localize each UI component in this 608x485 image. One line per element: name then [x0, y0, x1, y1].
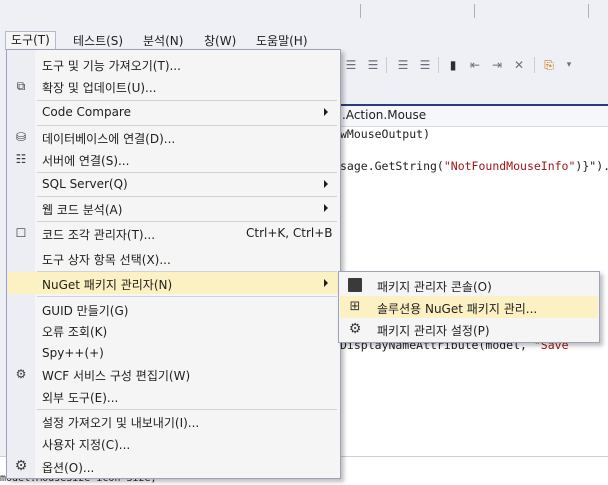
code-string: "NotFoundMouseInfo"	[443, 159, 576, 173]
submenu-item-label: 솔루션용 NuGet 패키지 관리...	[377, 302, 538, 316]
menu-item-extensions[interactable]: ⧉ 확장 및 업데이트(U)...	[8, 75, 339, 97]
menu-window[interactable]: 창(W)	[199, 32, 241, 50]
menu-item-snippets-manager[interactable]: ☐ 코드 조각 관리자(T)... Ctrl+K, Ctrl+B	[8, 222, 339, 244]
nav-bar-text: .Action.Mouse	[342, 108, 427, 122]
menu-item-nuget-package-manager[interactable]: NuGet 패키지 관리자(N)	[8, 272, 339, 294]
menu-bar: 도구(T) 테스트(S) 분석(N) 창(W) 도움말(H)	[0, 31, 608, 50]
server-connect-icon: ☷	[15, 152, 27, 166]
menu-item-label: NuGet 패키지 관리자(N)	[42, 278, 173, 292]
menu-item-get-tools[interactable]: 도구 및 기능 가져오기(T)...	[8, 53, 339, 75]
submenu-item-package-manager-settings[interactable]: ⚙ 패키지 관리자 설정(P)	[340, 318, 598, 340]
code-line[interactable]: wMouseOutput)	[340, 127, 430, 141]
menu-item-label: 서버에 연결(S)...	[42, 154, 130, 168]
editor-tab-bar	[340, 80, 608, 104]
menu-item-connect-server[interactable]: ☷ 서버에 연결(S)...	[8, 148, 339, 170]
menu-separator	[37, 296, 337, 297]
gear-icon: ⚙	[14, 458, 28, 474]
menu-item-code-compare[interactable]: Code Compare	[8, 101, 339, 123]
menu-item-label: 설정 가져오기 및 내보내기(I)...	[42, 416, 200, 430]
menu-item-label: 옵션(O)...	[42, 461, 95, 475]
code-text: sage.GetString(	[340, 159, 444, 173]
clear-bookmarks-icon[interactable]: ✕	[512, 58, 526, 72]
menu-item-label: 코드 조각 관리자(T)...	[42, 228, 156, 242]
menu-analyze[interactable]: 분석(N)	[138, 32, 188, 50]
menu-item-error-lookup[interactable]: 오류 조회(K)	[8, 319, 339, 341]
nuget-submenu: C:\ 패키지 관리자 콘솔(O) ⊞ 솔루션용 NuGet 패키지 관리...…	[338, 271, 600, 343]
menu-item-web-code-analysis[interactable]: 웹 코드 분석(A)	[8, 197, 339, 219]
menu-item-label: 웹 코드 분석(A)	[42, 203, 123, 217]
submenu-arrow-icon	[324, 180, 328, 188]
menu-item-customize[interactable]: 사용자 지정(C)...	[8, 432, 339, 454]
menu-item-wcf-config-editor[interactable]: ⚙ WCF 서비스 구성 편집기(W)	[8, 363, 339, 385]
indent-icon[interactable]: ☰	[344, 58, 358, 72]
package-icon: ⊞	[349, 299, 361, 314]
attach-icon[interactable]: ⎘	[542, 58, 556, 72]
code-line[interactable]: sage.GetString("NotFoundMouseInfo")}").	[340, 159, 608, 173]
prev-bookmark-icon[interactable]: ⇤	[468, 58, 482, 72]
tools-dropdown-menu: 도구 및 기능 가져오기(T)... ⧉ 확장 및 업데이트(U)... Cod…	[6, 49, 341, 479]
navigation-bar[interactable]: .Action.Mouse	[340, 106, 608, 127]
menu-item-label: 데이터베이스에 연결(D)...	[42, 132, 176, 146]
menu-item-label: 오류 조회(K)	[42, 325, 108, 339]
menu-item-spy-plus-plus[interactable]: Spy++(+)	[8, 342, 339, 364]
menu-help[interactable]: 도움말(H)	[251, 32, 313, 50]
menu-item-label: WCF 서비스 구성 편집기(W)	[42, 369, 191, 383]
snippet-icon: ☐	[15, 226, 27, 240]
menu-item-label: 도구 및 기능 가져오기(T)...	[42, 59, 181, 73]
menu-item-sql-server[interactable]: SQL Server(Q)	[8, 173, 339, 195]
menu-item-options[interactable]: ⚙ 옵션(O)...	[8, 455, 339, 477]
toolbar-separator	[438, 57, 439, 73]
gear-icon: ⚙	[348, 321, 362, 337]
wcf-config-icon: ⚙	[15, 367, 27, 381]
uncomment-icon[interactable]: ☰	[418, 58, 432, 72]
title-divider	[360, 4, 361, 18]
menu-item-label: GUID 만들기(G)	[42, 304, 129, 318]
toolbar: ☰ ☰ ☰ ☰ ▮ ⇤ ⇥ ✕ ⎘ ▾	[340, 50, 608, 81]
title-divider	[588, 4, 589, 18]
submenu-arrow-icon	[324, 204, 328, 212]
submenu-item-package-manager-console[interactable]: C:\ 패키지 관리자 콘솔(O)	[340, 274, 598, 296]
toolbar-separator	[534, 57, 535, 73]
bookmark-icon[interactable]: ▮	[446, 58, 460, 72]
menu-item-label: 사용자 지정(C)...	[42, 438, 131, 452]
menu-item-create-guid[interactable]: GUID 만들기(G)	[8, 298, 339, 320]
menu-item-external-tools[interactable]: 외부 도구(E)...	[8, 385, 339, 407]
comment-icon[interactable]: ☰	[396, 58, 410, 72]
menu-test[interactable]: 테스트(S)	[68, 32, 128, 50]
database-connect-icon: ⛁	[15, 130, 27, 144]
menu-item-label: 도구 상자 항목 선택(X)...	[42, 253, 171, 267]
submenu-item-label: 패키지 관리자 콘솔(O)	[377, 280, 492, 294]
submenu-item-label: 패키지 관리자 설정(P)	[377, 324, 490, 338]
outdent-icon[interactable]: ☰	[366, 58, 380, 72]
code-text: wMouseOutput)	[340, 127, 431, 141]
next-bookmark-icon[interactable]: ⇥	[490, 58, 504, 72]
extensions-icon: ⧉	[16, 79, 26, 93]
submenu-item-manage-nuget-for-solution[interactable]: ⊞ 솔루션용 NuGet 패키지 관리...	[340, 296, 598, 318]
title-divider	[474, 4, 475, 18]
menu-item-label: 외부 도구(E)...	[42, 391, 119, 405]
menu-item-choose-toolbox-items[interactable]: 도구 상자 항목 선택(X)...	[8, 247, 339, 269]
menu-item-label: Code Compare	[42, 105, 131, 119]
menu-item-label: 확장 및 업데이트(U)...	[42, 81, 157, 95]
submenu-arrow-icon	[324, 279, 328, 287]
submenu-arrow-icon	[324, 108, 328, 116]
menu-item-import-export-settings[interactable]: 설정 가져오기 및 내보내기(I)...	[8, 410, 339, 432]
menu-item-label: Spy++(+)	[42, 346, 104, 360]
menu-tools[interactable]: 도구(T)	[5, 31, 56, 50]
console-icon: C:\	[348, 278, 362, 292]
title-strip	[0, 0, 608, 32]
overflow-dropdown-icon[interactable]: ▾	[562, 58, 576, 72]
menu-item-label: SQL Server(Q)	[42, 177, 128, 191]
code-text: )}").	[575, 159, 608, 173]
menu-item-shortcut: Ctrl+K, Ctrl+B	[246, 226, 333, 240]
menu-item-connect-database[interactable]: ⛁ 데이터베이스에 연결(D)...	[8, 126, 339, 148]
toolbar-separator	[386, 57, 387, 73]
